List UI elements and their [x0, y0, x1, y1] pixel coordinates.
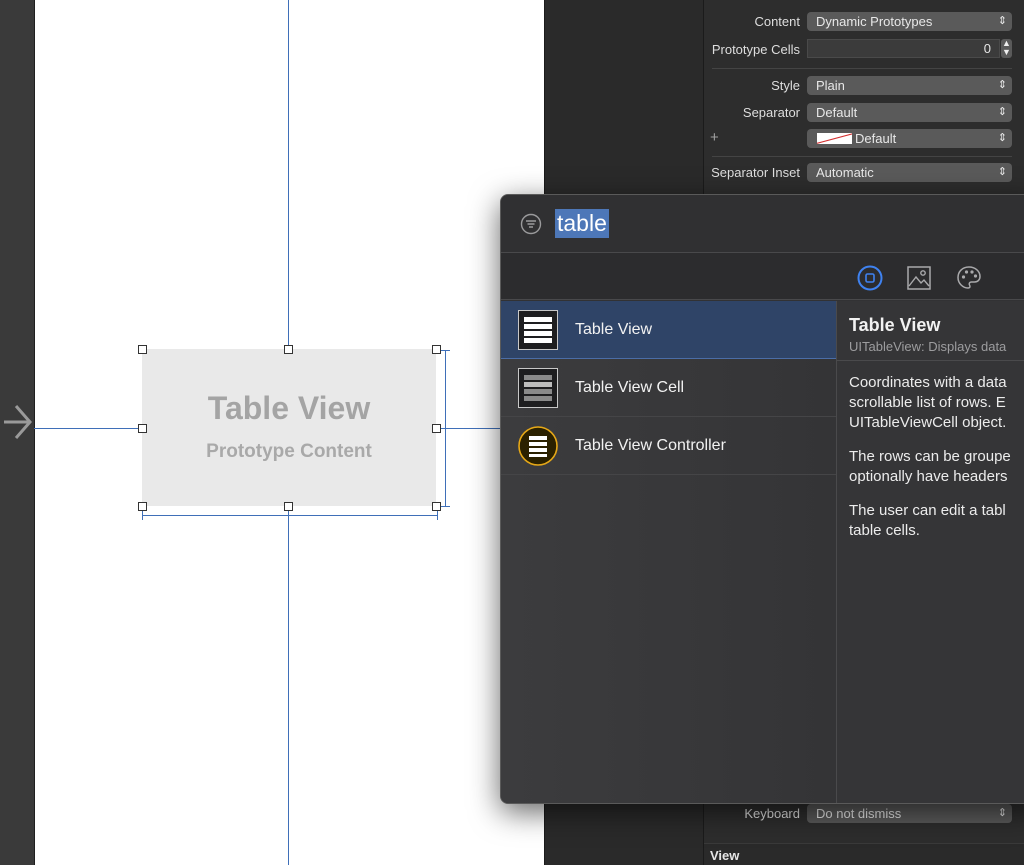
resize-handle-left[interactable]	[138, 424, 147, 433]
list-item[interactable]: Table View	[501, 301, 836, 359]
table-view-cell-icon	[518, 368, 558, 408]
resize-handle-bottom-right[interactable]	[432, 502, 441, 511]
chevron-updown-icon: ⇕	[997, 807, 1007, 819]
content-value: Dynamic Prototypes	[816, 14, 933, 29]
chevron-updown-icon: ⇕	[997, 106, 1007, 118]
detail-paragraph: Coordinates with a data scrollable list …	[849, 373, 1024, 433]
keyboard-popup[interactable]: Do not dismiss ⇕	[807, 804, 1012, 823]
detail-line: Coordinates with a data	[849, 374, 1007, 391]
library-search-bar: table	[501, 195, 1024, 253]
detail-paragraph: The user can edit a tabl table cells.	[849, 501, 1024, 541]
detail-divider	[837, 360, 1024, 361]
chevron-updown-icon: ⇕	[997, 15, 1007, 27]
separator-color-popup[interactable]: Default ⇕	[807, 129, 1012, 148]
chevron-updown-icon: ⇕	[997, 132, 1007, 144]
library-results-list: Table View Table View Cell Table View Co…	[501, 301, 836, 803]
width-dimension-cap	[437, 511, 438, 520]
placeholder-title: Table View	[207, 390, 371, 426]
library-detail-pane: Table View UITableView: Displays data Co…	[837, 301, 1024, 803]
style-value: Plain	[816, 78, 845, 93]
library-mode-bar	[501, 253, 1024, 300]
resize-handle-bottom[interactable]	[284, 502, 293, 511]
list-item[interactable]: Table View Cell	[501, 359, 836, 417]
separator-inset-popup[interactable]: Automatic ⇕	[807, 163, 1012, 182]
table-view-controller-icon	[518, 426, 558, 466]
inspector-divider	[712, 156, 1012, 157]
detail-title: Table View	[849, 315, 941, 335]
keyboard-value: Do not dismiss	[816, 806, 902, 821]
inspector-divider	[712, 68, 1012, 69]
resize-handle-right[interactable]	[432, 424, 441, 433]
width-dimension-line	[142, 515, 438, 516]
table-view-placeholder[interactable]	[142, 349, 436, 506]
section-header-view[interactable]: View	[704, 843, 1024, 865]
detail-line: optionally have headers	[849, 468, 1008, 485]
list-item-label: Table View Controller	[575, 437, 726, 454]
separator-inset-value: Automatic	[816, 165, 874, 180]
chevron-updown-icon: ⇕	[997, 166, 1007, 178]
keyboard-label: Keyboard	[744, 806, 800, 821]
resize-handle-top-left[interactable]	[138, 345, 147, 354]
prototype-cells-field[interactable]: 0	[807, 39, 1000, 58]
detail-line: The user can edit a tabl	[849, 502, 1006, 519]
height-dimension-line	[445, 350, 446, 507]
content-label: Content	[754, 14, 800, 29]
entry-point-arrow-icon[interactable]	[2, 400, 34, 444]
resize-handle-top[interactable]	[284, 345, 293, 354]
prototype-cells-stepper[interactable]: ▲ ▼	[1001, 39, 1012, 58]
resize-handle-top-right[interactable]	[432, 345, 441, 354]
placeholder-subtitle: Prototype Content	[206, 441, 372, 462]
height-dimension-cap	[441, 506, 450, 507]
detail-line: The rows can be groupe	[849, 448, 1011, 465]
detail-paragraph: The rows can be groupe optionally have h…	[849, 447, 1024, 487]
separator-color-value: Default	[855, 131, 897, 146]
width-dimension-cap	[142, 511, 143, 520]
library-search-input[interactable]: table	[555, 209, 609, 238]
color-palette-icon[interactable]	[956, 265, 982, 291]
add-variation-button[interactable]: +	[710, 129, 719, 146]
separator-inset-label: Separator Inset	[711, 165, 800, 180]
separator-popup[interactable]: Default ⇕	[807, 103, 1012, 122]
object-library-popover: table Table View Table View Cell Table V…	[500, 194, 1024, 804]
color-swatch-icon	[817, 133, 852, 144]
filter-icon[interactable]	[520, 213, 542, 235]
height-dimension-cap	[441, 350, 450, 351]
list-item-label: Table View Cell	[575, 379, 685, 396]
storyboard-gutter	[0, 0, 34, 865]
chevron-updown-icon: ⇕	[997, 79, 1007, 91]
detail-subtitle: UITableView: Displays data	[849, 339, 1007, 354]
style-label: Style	[771, 78, 800, 93]
separator-value: Default	[816, 105, 858, 120]
media-mode-icon[interactable]	[906, 265, 932, 291]
detail-line: UITableViewCell object.	[849, 414, 1007, 431]
list-item-label: Table View	[575, 321, 653, 338]
prototype-cells-label: Prototype Cells	[711, 42, 800, 57]
objects-mode-icon[interactable]	[857, 265, 883, 291]
list-item[interactable]: Table View Controller	[501, 417, 836, 475]
table-view-icon	[518, 310, 558, 350]
style-popup[interactable]: Plain ⇕	[807, 76, 1012, 95]
content-popup[interactable]: Dynamic Prototypes ⇕	[807, 12, 1012, 31]
resize-handle-bottom-left[interactable]	[138, 502, 147, 511]
detail-line: scrollable list of rows. E	[849, 394, 1006, 411]
detail-line: table cells.	[849, 522, 920, 539]
separator-label: Separator	[742, 105, 800, 120]
